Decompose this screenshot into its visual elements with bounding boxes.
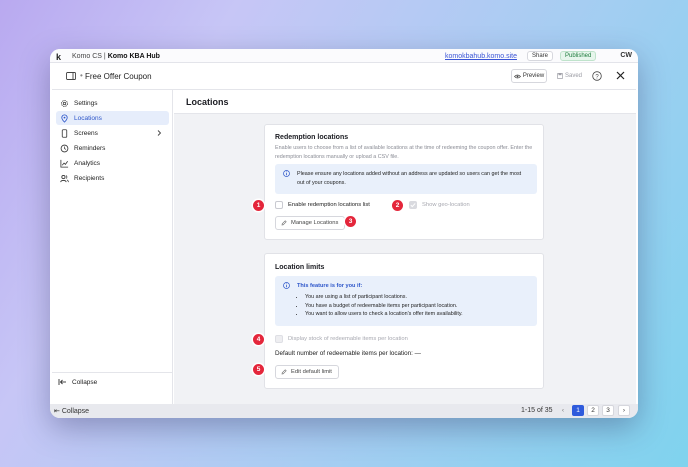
header-separator-dot: • [80, 71, 83, 80]
annotation-badge: 4 [253, 334, 264, 345]
chart-icon [60, 159, 69, 168]
background-top-bar: k Komo CS | Komo KBA Hub komokbahub.komo… [50, 49, 638, 63]
list-item: You are using a list of participant loca… [305, 293, 530, 302]
show-geo-location-label: Show geo-location [422, 202, 470, 208]
pencil-icon [281, 220, 287, 226]
users-icon [60, 174, 69, 182]
save-icon [557, 73, 563, 79]
preview-label: Preview [522, 73, 545, 79]
sidebar-item-label: Screens [74, 129, 98, 137]
pencil-icon [281, 369, 287, 375]
pagination-page-2[interactable]: 2 [587, 405, 599, 416]
redemption-locations-description: Enable users to choose from a list of av… [275, 145, 533, 160]
close-icon[interactable] [615, 70, 626, 81]
display-stock-label: Display stock of redeemable items per lo… [288, 336, 408, 342]
display-stock-checkbox[interactable]: Display stock of redeemable items per lo… [275, 335, 408, 343]
sidebar-item-locations[interactable]: Locations [56, 111, 169, 125]
checkbox-box[interactable] [275, 201, 283, 209]
annotation-badge: 5 [253, 364, 264, 375]
campaign-modal: • Free Offer Coupon Preview Saved ? Sett… [52, 63, 636, 404]
edit-default-limit-label: Edit default limit [291, 369, 332, 375]
svg-text:?: ? [595, 74, 599, 80]
coupon-icon [66, 72, 76, 80]
sidebar-item-recipients[interactable]: Recipients [56, 171, 169, 185]
sidebar-item-label: Reminders [74, 144, 106, 152]
location-limits-card: Location limits This feature is for you … [264, 253, 544, 389]
redemption-info-text: Please ensure any locations added withou… [297, 171, 522, 186]
info-heading: This feature is for you if: [297, 283, 363, 289]
sidebar-item-settings[interactable]: Settings [56, 96, 169, 110]
pagination-page-3[interactable]: 3 [602, 405, 614, 416]
pagination-prev-button[interactable]: ‹ [557, 405, 569, 416]
sidebar-item-label: Analytics [74, 159, 101, 167]
info-icon [283, 282, 290, 289]
pagination-page-1[interactable]: 1 [572, 405, 584, 416]
location-limits-info-box: This feature is for you if: You are usin… [275, 276, 537, 326]
list-item: You want to allow users to check a locat… [305, 310, 530, 319]
clock-icon [60, 144, 69, 152]
gear-icon [61, 99, 68, 107]
eye-icon [513, 74, 521, 78]
published-status-button[interactable]: Published [560, 51, 597, 61]
sidebar-item-label: Locations [74, 114, 102, 122]
annotation-badge: 1 [253, 200, 264, 211]
sidebar-item-screens[interactable]: Screens [56, 126, 169, 140]
info-list: You are using a list of participant loca… [305, 293, 530, 319]
sidebar-item-reminders[interactable]: Reminders [56, 141, 169, 155]
sidebar: Settings Locations Screens Reminders Ana… [52, 90, 173, 404]
chevron-right-icon [157, 130, 162, 136]
sidebar-collapse-button[interactable]: Collapse [58, 378, 97, 386]
enable-locations-list-label: Enable redemption locations list [288, 202, 370, 208]
manage-locations-button[interactable]: Manage Locations [275, 216, 346, 230]
check-icon [410, 203, 416, 208]
annotation-badge: 3 [345, 216, 356, 227]
sidebar-divider [52, 372, 173, 373]
show-geo-location-checkbox[interactable]: Show geo-location [409, 201, 470, 209]
background-footer: ⇤ Collapse 1-15 of 35 ‹ 1 2 3 › [50, 404, 638, 418]
app-window: k Komo CS | Komo KBA Hub komokbahub.komo… [50, 49, 638, 418]
location-limits-title: Location limits [275, 264, 325, 271]
checkbox-box[interactable] [409, 201, 417, 209]
saved-label: Saved [565, 73, 583, 79]
sidebar-item-label: Recipients [74, 174, 105, 182]
main-content: Locations Redemption locations Enable us… [174, 90, 636, 404]
redemption-locations-title: Redemption locations [275, 134, 349, 141]
app-logo: k [56, 52, 62, 62]
location-pin-icon [61, 114, 68, 123]
redemption-locations-card: Redemption locations Enable users to cho… [264, 124, 544, 240]
collapse-label: Collapse [72, 378, 98, 386]
pagination-range: 1-15 of 35 [521, 407, 553, 414]
collapse-icon [58, 379, 66, 385]
info-icon [283, 170, 290, 177]
default-limit-text: Default number of redeemable items per l… [275, 350, 421, 357]
saved-status: Saved [557, 69, 582, 83]
pagination-next-button[interactable]: › [618, 405, 630, 416]
edit-default-limit-button[interactable]: Edit default limit [275, 365, 339, 379]
hub-link[interactable]: komokbahub.komo.site [445, 53, 517, 60]
page-header: Locations [174, 90, 636, 114]
annotation-badge: 2 [392, 200, 403, 211]
redemption-info-box: Please ensure any locations added withou… [275, 164, 537, 194]
background-breadcrumb: Komo CS | Komo KBA Hub [72, 53, 160, 60]
modal-title: Free Offer Coupon [85, 72, 152, 81]
sidebar-item-analytics[interactable]: Analytics [56, 156, 169, 170]
avatar[interactable]: CW [620, 52, 632, 59]
background-collapse-button[interactable]: ⇤ Collapse [54, 407, 89, 415]
help-icon[interactable]: ? [592, 71, 602, 81]
sidebar-item-label: Settings [74, 99, 98, 107]
modal-header: • Free Offer Coupon Preview Saved ? [52, 63, 636, 90]
list-item: You have a budget of redeemable items pe… [305, 302, 530, 311]
page-title: Locations [186, 97, 229, 107]
phone-icon [61, 128, 68, 138]
checkbox-box[interactable] [275, 335, 283, 343]
share-button[interactable]: Share [527, 51, 554, 61]
manage-locations-label: Manage Locations [291, 220, 339, 226]
enable-locations-list-checkbox[interactable]: Enable redemption locations list [275, 201, 370, 209]
preview-button[interactable]: Preview [511, 69, 547, 83]
